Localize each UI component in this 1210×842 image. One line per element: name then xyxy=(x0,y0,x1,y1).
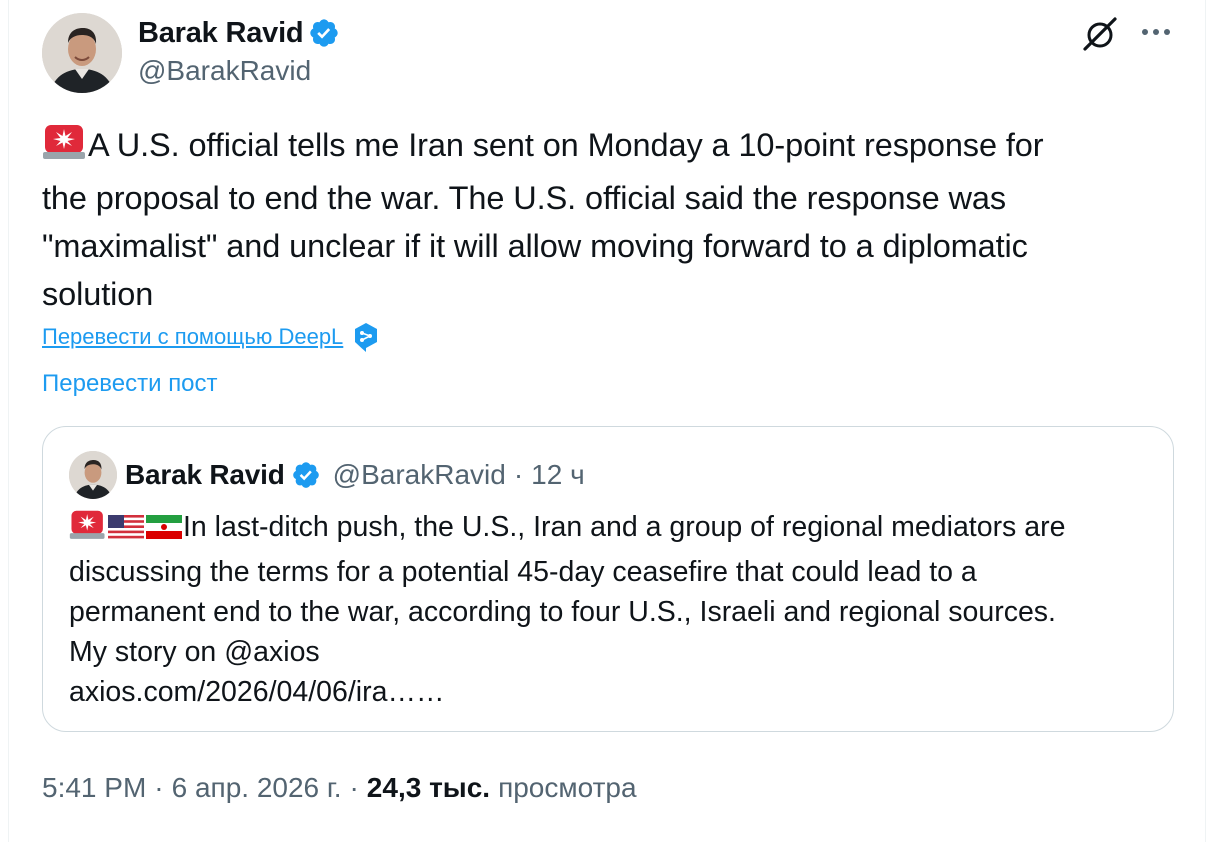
siren-emoji xyxy=(69,507,107,552)
quoted-tweet[interactable]: Barak Ravid @BarakRavid · 12 ч In last-d… xyxy=(42,426,1174,732)
quote-text: In last-ditch push, the U.S., Iran and a… xyxy=(69,507,1159,712)
views-label[interactable]: просмотра xyxy=(498,772,636,804)
quote-display-name[interactable]: Barak Ravid xyxy=(125,459,285,491)
post-time[interactable]: 5:41 PM xyxy=(42,772,146,804)
author-avatar[interactable] xyxy=(42,13,122,93)
quote-line: permanent end to the war, according to f… xyxy=(69,596,1056,628)
author-display-name[interactable]: Barak Ravid xyxy=(138,17,304,50)
verified-badge-icon xyxy=(310,19,339,47)
author-handle[interactable]: @BarakRavid xyxy=(138,55,311,87)
siren-emoji xyxy=(42,121,88,174)
translate-deepl-link[interactable]: Перевести с помощью DeepL xyxy=(42,324,343,350)
quote-timestamp[interactable]: 12 ч xyxy=(531,459,585,491)
post-date[interactable]: 6 апр. 2026 г. xyxy=(172,772,342,804)
quote-separator: · xyxy=(513,459,524,490)
more-button[interactable] xyxy=(1138,16,1174,48)
grok-button[interactable] xyxy=(1080,14,1120,54)
quote-line: In last-ditch push, the U.S., Iran and a… xyxy=(69,507,1159,552)
verified-badge-icon xyxy=(292,462,319,488)
grok-icon xyxy=(1083,17,1117,51)
tweet-line: A U.S. official tells me Iran sent on Mo… xyxy=(42,121,1172,174)
quote-link[interactable]: axios.com/2026/04/06/ira…… xyxy=(69,672,1159,712)
quote-header: Barak Ravid @BarakRavid · 12 ч xyxy=(125,457,585,493)
translate-deepl-row: Перевести с помощью DeepL xyxy=(42,322,379,352)
views-count[interactable]: 24,3 тыс. xyxy=(367,772,490,804)
quote-handle[interactable]: @BarakRavid xyxy=(333,459,506,491)
us-flag-emoji xyxy=(107,512,145,552)
tweet-line: solution xyxy=(42,276,154,312)
quote-line: discussing the terms for a potential 45-… xyxy=(69,556,977,588)
deepl-icon xyxy=(355,323,378,352)
quote-avatar[interactable] xyxy=(69,451,117,499)
tweet-line: the proposal to end the war. The U.S. of… xyxy=(42,180,1006,216)
meta-separator: · xyxy=(349,772,359,803)
tweet-line: "maximalist" and unclear if it will allo… xyxy=(42,228,1028,264)
iran-flag-emoji xyxy=(145,512,183,552)
author-name-row[interactable]: Barak Ravid xyxy=(138,14,340,52)
quote-line: My story on @axios xyxy=(69,636,320,668)
tweet-meta: 5:41 PM · 6 апр. 2026 г. · 24,3 тыс. про… xyxy=(42,770,637,806)
tweet-text: A U.S. official tells me Iran sent on Mo… xyxy=(42,121,1172,318)
translate-post-button[interactable]: Перевести пост xyxy=(42,370,218,398)
more-horizontal-icon xyxy=(1142,29,1170,35)
meta-separator: · xyxy=(154,772,164,803)
